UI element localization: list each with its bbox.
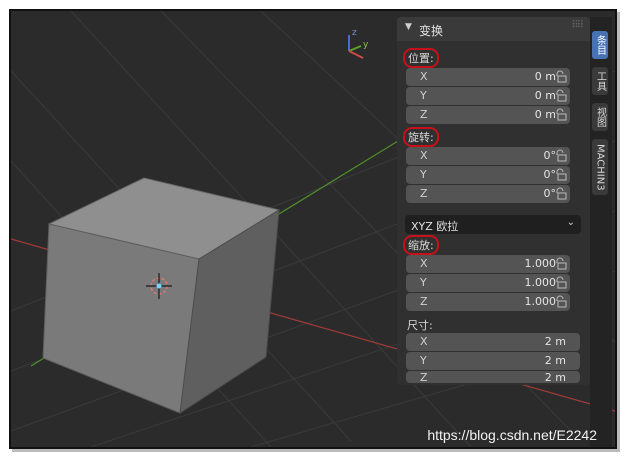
axis-label: X (420, 257, 428, 270)
field-value: 1.000 (524, 257, 557, 270)
drag-grip-icon[interactable]: ⠿⠿ (571, 20, 584, 31)
gizmo-y-label: y (363, 40, 369, 50)
location-x-field[interactable]: X 0 m (406, 68, 570, 86)
tab-machin3[interactable]: MACHIN3 (592, 139, 608, 195)
scale-x-field[interactable]: X 1.000 (406, 255, 570, 273)
lock-icon[interactable] (554, 168, 568, 182)
lock-icon[interactable] (554, 257, 568, 271)
scale-label: 缩放: (403, 235, 439, 255)
lock-icon[interactable] (554, 295, 568, 309)
panel-title: 变换 (419, 24, 444, 38)
axis-label: Z (420, 371, 428, 384)
axis-label: Y (420, 276, 427, 289)
rotation-label: 旋转: (403, 127, 439, 147)
axis-label: X (420, 335, 428, 348)
tab-item[interactable]: 条目 (592, 31, 608, 59)
field-value: 1.000 (524, 295, 557, 308)
location-z-field[interactable]: Z 0 m (406, 106, 570, 124)
field-value: 2 m (544, 335, 566, 348)
field-value: 1.000 (524, 276, 557, 289)
rotation-z-field[interactable]: Z 0° (406, 185, 570, 203)
rotation-x-field[interactable]: X 0° (406, 147, 570, 165)
blender-window: z y ▼ 变换 ⠿⠿ 位置: X 0 m Y 0 m Z 0 m 旋转: X (9, 9, 617, 449)
scale-y-field[interactable]: Y 1.000 (406, 274, 570, 292)
axis-label: Y (420, 89, 427, 102)
axis-label: Z (420, 108, 428, 121)
field-value: 0 m (534, 70, 556, 83)
collapse-arrow-icon[interactable]: ▼ (405, 22, 412, 32)
lock-icon[interactable] (554, 149, 568, 163)
tab-tool[interactable]: 工具 (592, 67, 608, 95)
location-label: 位置: (403, 48, 439, 68)
watermark: https://blog.csdn.net/E2242 (427, 427, 597, 443)
gizmo-z-label: z (352, 28, 357, 38)
axis-label: X (420, 70, 428, 83)
axis-label: Y (420, 168, 427, 181)
dimensions-label: 尺寸: (407, 319, 433, 332)
sidebar-tabs: 条目 工具 视图 MACHIN3 (590, 17, 612, 447)
dimensions-y-field[interactable]: Y 2 m (406, 352, 580, 370)
field-value: 0 m (534, 89, 556, 102)
lock-icon[interactable] (554, 70, 568, 84)
axis-label: Z (420, 187, 428, 200)
lock-icon[interactable] (554, 187, 568, 201)
rotation-y-field[interactable]: Y 0° (406, 166, 570, 184)
rotation-mode-dropdown[interactable]: XYZ 欧拉 ⌄ (405, 215, 581, 234)
lock-icon[interactable] (554, 89, 568, 103)
rotation-mode-value: XYZ 欧拉 (411, 220, 459, 233)
lock-icon[interactable] (554, 108, 568, 122)
dimensions-z-field[interactable]: Z 2 m (406, 371, 580, 384)
field-value: 0 m (534, 108, 556, 121)
axis-label: X (420, 149, 428, 162)
navigation-gizmo[interactable]: z y (348, 28, 369, 59)
transform-panel: ▼ 变换 ⠿⠿ 位置: X 0 m Y 0 m Z 0 m 旋转: X 0° Y (397, 17, 590, 385)
tab-view[interactable]: 视图 (592, 103, 608, 131)
default-cube[interactable] (42, 177, 281, 415)
scale-z-field[interactable]: Z 1.000 (406, 293, 570, 311)
transform-panel-header[interactable]: ▼ 变换 ⠿⠿ (397, 17, 590, 41)
axis-label: Z (420, 295, 428, 308)
dimensions-x-field[interactable]: X 2 m (406, 333, 580, 351)
lock-icon[interactable] (554, 276, 568, 290)
axis-label: Y (420, 354, 427, 367)
field-value: 2 m (544, 354, 566, 367)
chevron-down-icon: ⌄ (566, 217, 575, 228)
field-value: 2 m (544, 371, 566, 384)
location-y-field[interactable]: Y 0 m (406, 87, 570, 105)
